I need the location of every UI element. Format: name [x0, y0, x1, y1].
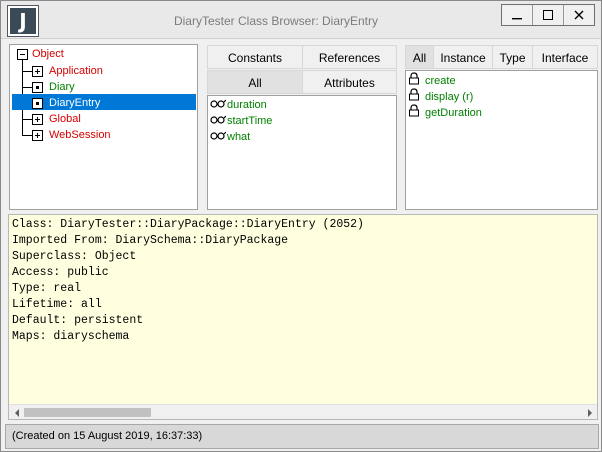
tree-label: Diary	[49, 81, 75, 93]
tab-all-methods[interactable]: All	[405, 45, 434, 69]
scrollbar-thumb[interactable]	[24, 408, 151, 417]
info-class: Class: DiaryTester::DiaryPackage::DiaryE…	[12, 218, 364, 231]
list-item[interactable]: duration	[210, 97, 267, 113]
info-imported-from: Imported From: DiarySchema::DiaryPackage	[12, 234, 289, 247]
tab-type[interactable]: Type	[492, 45, 533, 69]
maximize-icon	[543, 10, 553, 20]
attribute-label: what	[227, 131, 251, 143]
attribute-label: startTime	[227, 115, 273, 127]
method-label: create	[425, 74, 456, 87]
tree-node-object[interactable]: Object	[10, 46, 196, 62]
tab-references[interactable]: References	[302, 45, 397, 69]
info-superclass: Superclass: Object	[12, 250, 137, 263]
tree-label: Application	[49, 65, 103, 77]
arrow-left-icon	[14, 408, 19, 417]
scroll-right-button[interactable]	[582, 405, 597, 419]
app-icon[interactable]: J	[7, 5, 39, 37]
minimize-button[interactable]	[502, 5, 533, 25]
info-maps: Maps: diaryschema	[12, 330, 130, 343]
list-item[interactable]: create	[408, 72, 456, 88]
method-label: getDuration	[425, 106, 482, 119]
tree-label: DiaryEntry	[49, 97, 101, 109]
tree-node-websession[interactable]: WebSession	[10, 127, 196, 143]
close-button[interactable]	[564, 5, 594, 25]
arrow-right-icon	[587, 408, 592, 417]
window-controls	[501, 4, 595, 26]
collapse-icon[interactable]	[17, 49, 28, 60]
tree-node-diary[interactable]: Diary	[10, 79, 196, 95]
method-label: display (r)	[425, 90, 474, 103]
class-info-text: Class: DiaryTester::DiaryPackage::DiaryE…	[12, 217, 364, 345]
glasses-icon	[210, 113, 227, 129]
tree-label: WebSession	[49, 129, 111, 141]
leaf-icon	[32, 82, 43, 93]
tab-attributes[interactable]: Attributes	[302, 70, 397, 94]
window-title: DiaryTester Class Browser: DiaryEntry	[173, 14, 379, 28]
tree-label: Global	[49, 113, 81, 125]
tree-node-application[interactable]: Application	[10, 63, 196, 79]
lock-icon	[408, 104, 425, 122]
expand-icon[interactable]	[32, 114, 43, 125]
tab-all-members[interactable]: All	[207, 70, 303, 94]
scroll-left-button[interactable]	[9, 405, 24, 419]
class-browser-window: J DiaryTester Class Browser: DiaryEntry …	[0, 0, 602, 452]
attribute-label: duration	[227, 99, 267, 111]
tree-label: Object	[32, 48, 64, 60]
tab-constants[interactable]: Constants	[207, 45, 303, 69]
horizontal-scrollbar[interactable]	[9, 404, 597, 419]
tree-node-diaryentry[interactable]: DiaryEntry	[10, 95, 196, 111]
info-default: Default: persistent	[12, 314, 144, 327]
tree-node-global[interactable]: Global	[10, 111, 196, 127]
tab-interface[interactable]: Interface	[532, 45, 598, 69]
info-type: Type: real	[12, 282, 82, 295]
status-bar: (Created on 15 August 2019, 16:37:33)	[5, 424, 599, 449]
list-item[interactable]: what	[210, 129, 250, 145]
list-item[interactable]: startTime	[210, 113, 272, 129]
maximize-button[interactable]	[533, 5, 564, 25]
method-list[interactable]: create display (r) getDuration	[405, 70, 598, 210]
glasses-icon	[210, 97, 227, 113]
tab-instance[interactable]: Instance	[433, 45, 493, 69]
leaf-icon	[32, 98, 43, 109]
expand-icon[interactable]	[32, 66, 43, 77]
info-lifetime: Lifetime: all	[12, 298, 102, 311]
info-access: Access: public	[12, 266, 109, 279]
class-tree[interactable]: Object Application Diary DiaryEntry Glob…	[9, 44, 198, 210]
list-item[interactable]: getDuration	[408, 104, 482, 120]
title-bar[interactable]: J DiaryTester Class Browser: DiaryEntry	[1, 1, 601, 39]
minimize-icon	[512, 18, 522, 20]
class-info-pane[interactable]: Class: DiaryTester::DiaryPackage::DiaryE…	[8, 214, 598, 420]
close-icon	[574, 10, 584, 20]
expand-icon[interactable]	[32, 130, 43, 141]
attribute-list[interactable]: duration startTime what	[207, 95, 397, 210]
glasses-icon	[210, 129, 227, 145]
list-item[interactable]: display (r)	[408, 88, 473, 104]
